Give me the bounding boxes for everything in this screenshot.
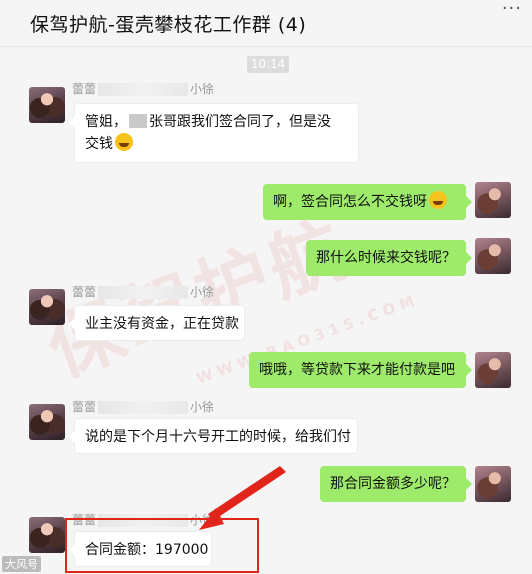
message-bubble[interactable]: 啊，签合同怎么不交钱呀	[263, 184, 472, 220]
avatar[interactable]	[29, 404, 65, 440]
avatar[interactable]	[29, 87, 65, 123]
avatar[interactable]	[29, 289, 65, 325]
facepalm-emoji-icon	[115, 133, 133, 151]
chat-header: 保驾护航-蛋壳攀枝花工作群 (4) ···	[0, 0, 532, 47]
avatar[interactable]	[475, 238, 511, 274]
message-bubble[interactable]: 管姐， 张哥跟我们签合同了，但是没 交钱	[69, 103, 359, 163]
avatar[interactable]	[475, 352, 511, 388]
message-bubble[interactable]: 那什么时候来交钱呢？	[306, 240, 472, 276]
timestamp: 10:14	[247, 56, 289, 73]
group-title: 保驾护航-蛋壳攀枝花工作群 (4)	[30, 14, 307, 36]
message-bubble[interactable]: 那合同金额多少呢？	[320, 466, 472, 502]
avatar[interactable]	[29, 517, 65, 553]
highlight-box	[65, 518, 259, 573]
sender-name: 蕾蕾 小徐	[72, 400, 215, 414]
message-bubble[interactable]: 哦哦，等贷款下来才能付款是吧	[249, 352, 472, 388]
more-icon[interactable]: ···	[502, 0, 522, 19]
avatar[interactable]	[475, 182, 511, 218]
source-watermark: 大风号	[2, 556, 41, 572]
sender-name: 蕾蕾 小徐	[72, 285, 215, 299]
message-bubble[interactable]: 说的是下个月十六号开工的时候，给我们付	[69, 418, 358, 454]
message-bubble[interactable]: 业主没有资金，正在贷款	[69, 305, 245, 341]
avatar[interactable]	[475, 466, 511, 502]
sender-name: 蕾蕾 小徐	[72, 82, 215, 96]
surprised-emoji-icon	[429, 191, 447, 209]
